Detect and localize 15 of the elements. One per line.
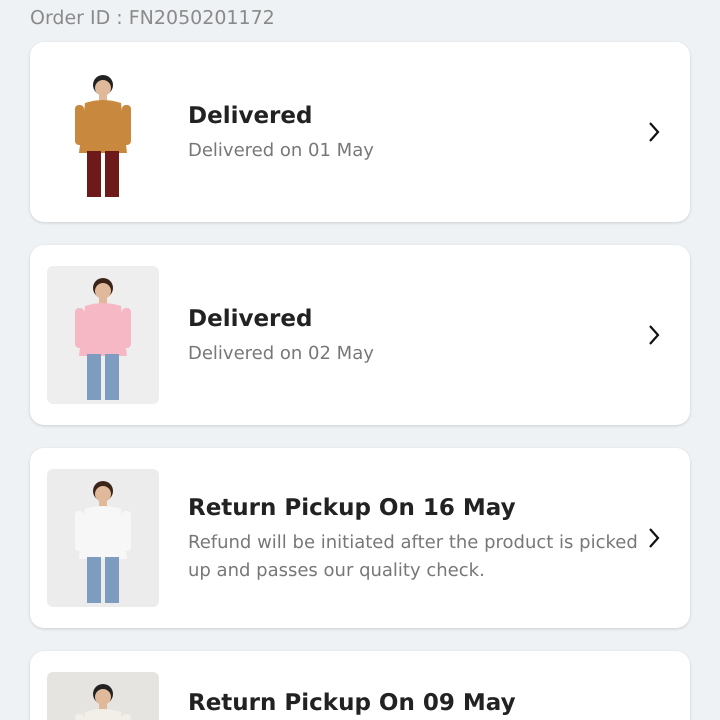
order-item-card[interactable]: Return Pickup On 16 May Refund will be initiated after the product is picked up and passes our quality check.	[30, 448, 690, 628]
status-detail: Delivered on 01 May	[188, 139, 375, 164]
order-item-card[interactable]: Delivered Delivered on 02 May	[30, 245, 690, 425]
status-title: Delivered	[188, 304, 314, 334]
chevron-right-icon	[648, 324, 660, 346]
status-title: Return Pickup On 16 May	[188, 494, 517, 523]
chevron-right-icon	[648, 527, 660, 549]
status-detail: Delivered on 02 May	[188, 342, 375, 366]
order-item-card[interactable]: Delivered Delivered on 01 May	[30, 42, 690, 222]
status-title: Return Pickup On 09 May	[188, 690, 517, 716]
chevron-right-icon	[648, 121, 660, 143]
status-title: Delivered	[188, 102, 314, 131]
order-id: Order ID : FN2050201172	[30, 6, 276, 31]
order-item-card[interactable]: Return Pickup On 09 May	[30, 651, 690, 720]
status-detail: Refund will be initiated after the product is picked up and passes our quality check.	[188, 531, 639, 584]
